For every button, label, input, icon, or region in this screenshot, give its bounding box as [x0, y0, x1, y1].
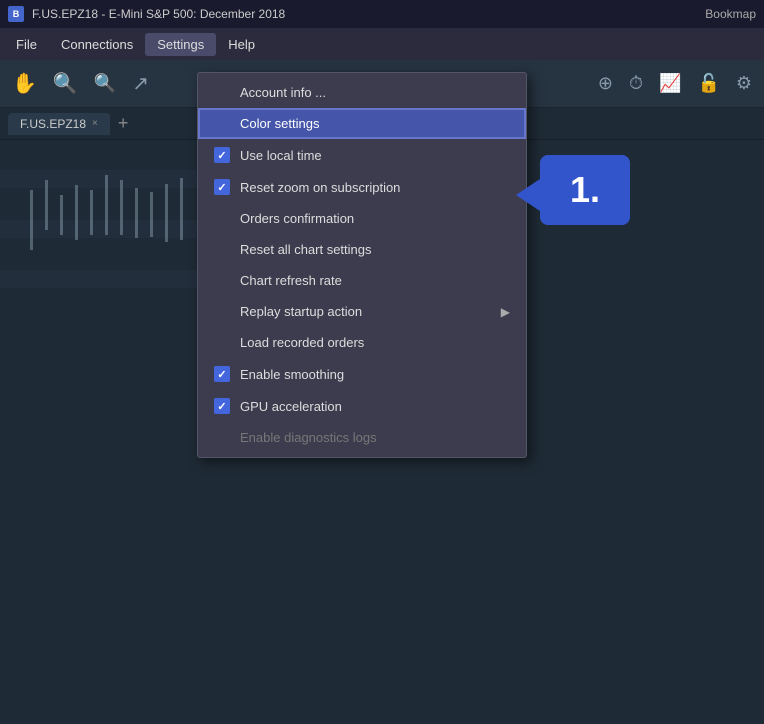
menu-color-settings[interactable]: Color settings — [198, 108, 526, 139]
color-settings-label: Color settings — [240, 116, 319, 131]
replay-startup-label: Replay startup action — [240, 304, 362, 319]
settings-dropdown-overlay[interactable]: Account info ... Color settings Use loca… — [0, 0, 764, 724]
load-recorded-orders-label: Load recorded orders — [240, 335, 364, 350]
reset-chart-settings-label: Reset all chart settings — [240, 242, 372, 257]
enable-smoothing-label: Enable smoothing — [240, 367, 344, 382]
menu-load-recorded-orders[interactable]: Load recorded orders — [198, 327, 526, 358]
menu-gpu-acceleration[interactable]: GPU acceleration — [198, 390, 526, 422]
menu-orders-confirmation[interactable]: Orders confirmation — [198, 203, 526, 234]
reset-zoom-checkbox[interactable] — [214, 179, 230, 195]
orders-confirmation-label: Orders confirmation — [240, 211, 354, 226]
enable-diagnostics-label: Enable diagnostics logs — [240, 430, 377, 445]
menu-reset-zoom[interactable]: Reset zoom on subscription — [198, 171, 526, 203]
settings-dropdown-menu: Account info ... Color settings Use loca… — [197, 72, 527, 458]
step-box: 1. — [540, 155, 630, 225]
use-local-time-label: Use local time — [240, 148, 322, 163]
menu-account-info[interactable]: Account info ... — [198, 77, 526, 108]
submenu-arrow-icon: ▶ — [501, 305, 510, 319]
chart-refresh-rate-label: Chart refresh rate — [240, 273, 342, 288]
menu-enable-smoothing[interactable]: Enable smoothing — [198, 358, 526, 390]
enable-smoothing-checkbox[interactable] — [214, 366, 230, 382]
callout-arrow — [516, 175, 546, 215]
menu-replay-startup[interactable]: Replay startup action ▶ — [198, 296, 526, 327]
gpu-acceleration-label: GPU acceleration — [240, 399, 342, 414]
menu-use-local-time[interactable]: Use local time — [198, 139, 526, 171]
step-number: 1. — [570, 169, 600, 211]
use-local-time-checkbox[interactable] — [214, 147, 230, 163]
menu-enable-diagnostics: Enable diagnostics logs — [198, 422, 526, 453]
step-callout: 1. — [540, 155, 630, 225]
reset-zoom-label: Reset zoom on subscription — [240, 180, 400, 195]
menu-chart-refresh-rate[interactable]: Chart refresh rate — [198, 265, 526, 296]
account-info-label: Account info ... — [240, 85, 326, 100]
menu-reset-chart-settings[interactable]: Reset all chart settings — [198, 234, 526, 265]
gpu-acceleration-checkbox[interactable] — [214, 398, 230, 414]
